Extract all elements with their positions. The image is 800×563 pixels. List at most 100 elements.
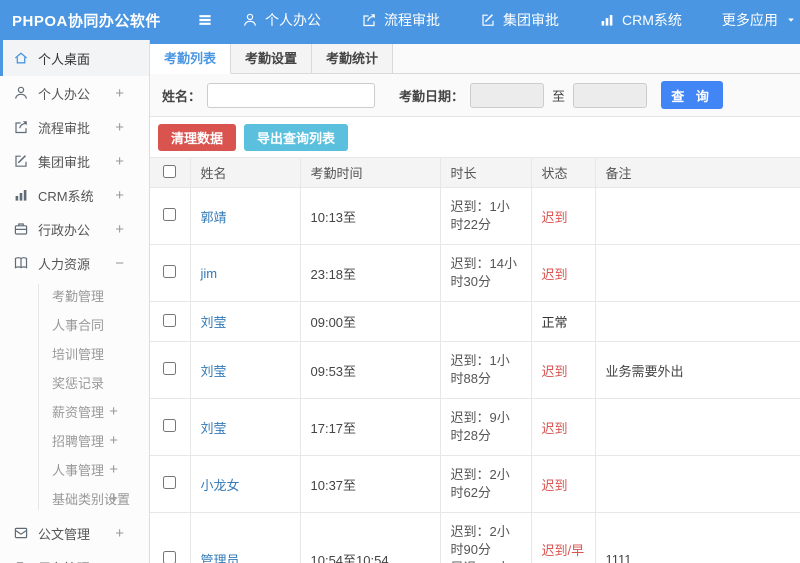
cell-note: [594, 244, 800, 302]
cell-attendance-time: 10:37至: [299, 455, 441, 513]
row-checkbox[interactable]: [163, 362, 177, 375]
sidebar-item-personal-office[interactable]: 个人办公 +: [0, 76, 149, 110]
edit-icon: [480, 12, 496, 28]
employee-name-link[interactable]: 刘莹: [201, 315, 227, 330]
row-select-cell: [150, 455, 191, 513]
employee-name-link[interactable]: 刘莹: [201, 364, 227, 379]
sidebar-subitem-recruitment-management[interactable]: 招聘管理 +: [0, 426, 149, 455]
row-checkbox[interactable]: [163, 265, 177, 278]
expand-plus-icon[interactable]: +: [109, 462, 118, 477]
car-icon: [13, 559, 29, 563]
sidebar-item-label: 行政办公: [38, 222, 91, 238]
row-select-cell: [150, 512, 191, 563]
employee-name-link[interactable]: 刘莹: [201, 421, 227, 436]
employee-name-link[interactable]: jim: [201, 266, 218, 281]
name-label: 姓名：: [162, 88, 202, 104]
sidebar-subitem-training-management[interactable]: 培训管理: [0, 339, 149, 368]
expand-plus-icon[interactable]: +: [109, 404, 118, 419]
cell-attendance-time: 17:17至: [299, 398, 441, 456]
duration-line: 早退：7小时10分: [451, 559, 521, 563]
sidebar-subitem-basic-category-settings[interactable]: 基础类别设置 +: [0, 484, 149, 513]
menu-icon[interactable]: [196, 11, 214, 29]
date-to-label: 至: [552, 88, 566, 104]
date-end-input[interactable]: [573, 82, 648, 108]
sidebar-subitem-attendance-management[interactable]: 考勤管理: [0, 281, 149, 310]
date-start-input[interactable]: [470, 82, 545, 108]
sidebar-subitem-label: 基础类别设置: [52, 492, 131, 507]
expand-plus-icon[interactable]: +: [115, 222, 124, 237]
employee-name-link[interactable]: 管理员: [201, 553, 240, 563]
nav-item-workflow-approval[interactable]: 流程审批: [361, 10, 440, 30]
sidebar-item-crm-system[interactable]: CRM系统 +: [0, 178, 149, 212]
expand-plus-icon[interactable]: +: [109, 433, 118, 448]
expand-plus-icon[interactable]: +: [115, 120, 124, 135]
cell-note: [594, 187, 800, 245]
export-list-button[interactable]: 导出查询列表: [244, 124, 349, 151]
select-all-checkbox[interactable]: [163, 164, 177, 178]
table-row: jim 23:18至 迟到：14小时30分 迟到: [150, 244, 800, 302]
flow-icon: [361, 12, 377, 28]
sidebar-subitem-salary-management[interactable]: 薪资管理 +: [0, 397, 149, 426]
sidebar-item-label: 用车管理: [38, 558, 90, 563]
employee-name-link[interactable]: 小龙女: [201, 478, 240, 493]
sidebar-subitem-reward-punishment[interactable]: 奖惩记录: [0, 368, 149, 397]
cell-name: 郭靖: [189, 187, 301, 245]
expand-plus-icon[interactable]: +: [115, 526, 124, 541]
query-button[interactable]: 查 询: [661, 81, 724, 109]
row-checkbox[interactable]: [163, 476, 177, 489]
sidebar-subitem-personnel-contract[interactable]: 人事合同: [0, 310, 149, 339]
nav-item-personal-office[interactable]: 个人办公: [242, 10, 321, 30]
tab-attendance-list[interactable]: 考勤列表: [150, 44, 232, 74]
sidebar-item-group-approval[interactable]: 集团审批 +: [0, 144, 149, 178]
sidebar-item-human-resources[interactable]: 人力资源 −: [0, 246, 149, 280]
cell-note: [594, 398, 800, 456]
expand-plus-icon[interactable]: +: [115, 560, 124, 563]
row-select-cell: [150, 301, 191, 342]
name-input[interactable]: [207, 82, 376, 108]
date-label: 考勤日期：: [399, 88, 465, 104]
sidebar-item-document-management[interactable]: 公文管理 +: [0, 516, 149, 550]
duration-line: 迟到：14小时30分: [450, 256, 517, 289]
briefcase-icon: [13, 221, 29, 237]
row-checkbox[interactable]: [163, 551, 177, 563]
table-row: 郭靖 10:13至 迟到：1小时22分 迟到: [150, 187, 800, 245]
table-row: 小龙女 10:37至 迟到：2小时62分 迟到: [150, 455, 800, 513]
nav-item-more-apps[interactable]: 更多应用: [722, 10, 797, 30]
col-header-note: 备注: [594, 157, 800, 188]
col-header-name: 姓名: [189, 157, 301, 188]
attendance-table-wrap: 姓名 考勤时间 时长 状态 备注 郭靖 10:13至 迟到：1小时22分 迟到 jim 2…: [150, 157, 800, 563]
nav-item-group-approval[interactable]: 集团审批: [480, 10, 559, 30]
nav-item-crm-system[interactable]: CRM系统: [599, 10, 682, 30]
select-all-cell: [150, 157, 191, 188]
expand-plus-icon[interactable]: +: [115, 188, 124, 203]
main-layout: 个人桌面 个人办公 + 流程审批 + 集团审批 + CRM系统 + 行政办公 + 人力资源 − 考勤管理人…: [0, 40, 800, 563]
attendance-table: 姓名 考勤时间 时长 状态 备注 郭靖 10:13至 迟到：1小时22分 迟到 jim 2…: [150, 157, 800, 563]
row-checkbox[interactable]: [163, 313, 177, 327]
sidebar-item-vehicle-management[interactable]: 用车管理 +: [0, 550, 149, 563]
expand-plus-icon[interactable]: +: [115, 86, 124, 101]
duration-line: 迟到：1小时22分: [450, 199, 510, 232]
sidebar-subitem-personnel-management[interactable]: 人事管理 +: [0, 455, 149, 484]
row-checkbox[interactable]: [163, 208, 177, 221]
chart-icon: [599, 12, 615, 28]
sidebar-item-workflow-approval[interactable]: 流程审批 +: [0, 110, 149, 144]
tab-attendance-settings[interactable]: 考勤设置: [231, 44, 313, 73]
expand-plus-icon[interactable]: +: [109, 491, 118, 506]
top-nav: 个人办公 流程审批 集团审批 CRM系统 更多应用: [242, 10, 797, 30]
nav-item-label: 个人办公: [265, 12, 321, 28]
duration-line: 迟到：2小时90分: [450, 524, 510, 557]
status-badge: 迟到: [541, 209, 568, 225]
cell-note: [594, 301, 800, 342]
sidebar-item-admin-office[interactable]: 行政办公 +: [0, 212, 149, 246]
status-badge: 迟到: [541, 266, 568, 282]
row-checkbox[interactable]: [163, 419, 177, 432]
sidebar-item-personal-desktop[interactable]: 个人桌面: [0, 40, 149, 76]
clean-data-button[interactable]: 清理数据: [158, 124, 237, 151]
content-area: 考勤列表 考勤设置 考勤统计 姓名： 考勤日期： 至 查 询 清理数据 导出查询列表: [150, 40, 800, 563]
search-bar: 姓名： 考勤日期： 至 查 询: [150, 74, 800, 117]
employee-name-link[interactable]: 郭靖: [201, 210, 227, 225]
tab-attendance-stats[interactable]: 考勤统计: [312, 44, 394, 73]
expand-plus-icon[interactable]: +: [115, 154, 124, 169]
collapse-minus-icon[interactable]: −: [115, 256, 124, 271]
flow-icon: [13, 119, 29, 135]
